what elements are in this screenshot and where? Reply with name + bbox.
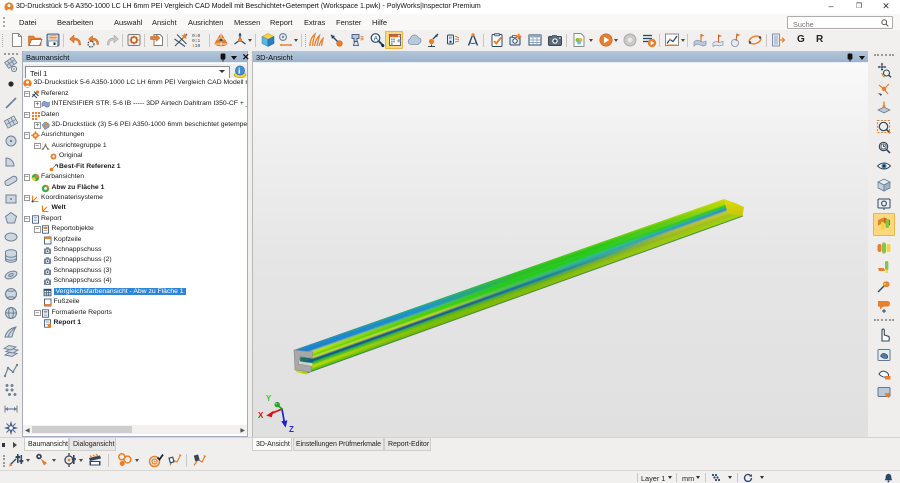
svg-text:X: X [258,411,264,420]
svg-text:Z: Z [289,425,294,434]
svg-text:Y: Y [266,394,272,403]
svg-text:A: A [374,35,379,42]
svg-text:110: 110 [192,43,201,48]
